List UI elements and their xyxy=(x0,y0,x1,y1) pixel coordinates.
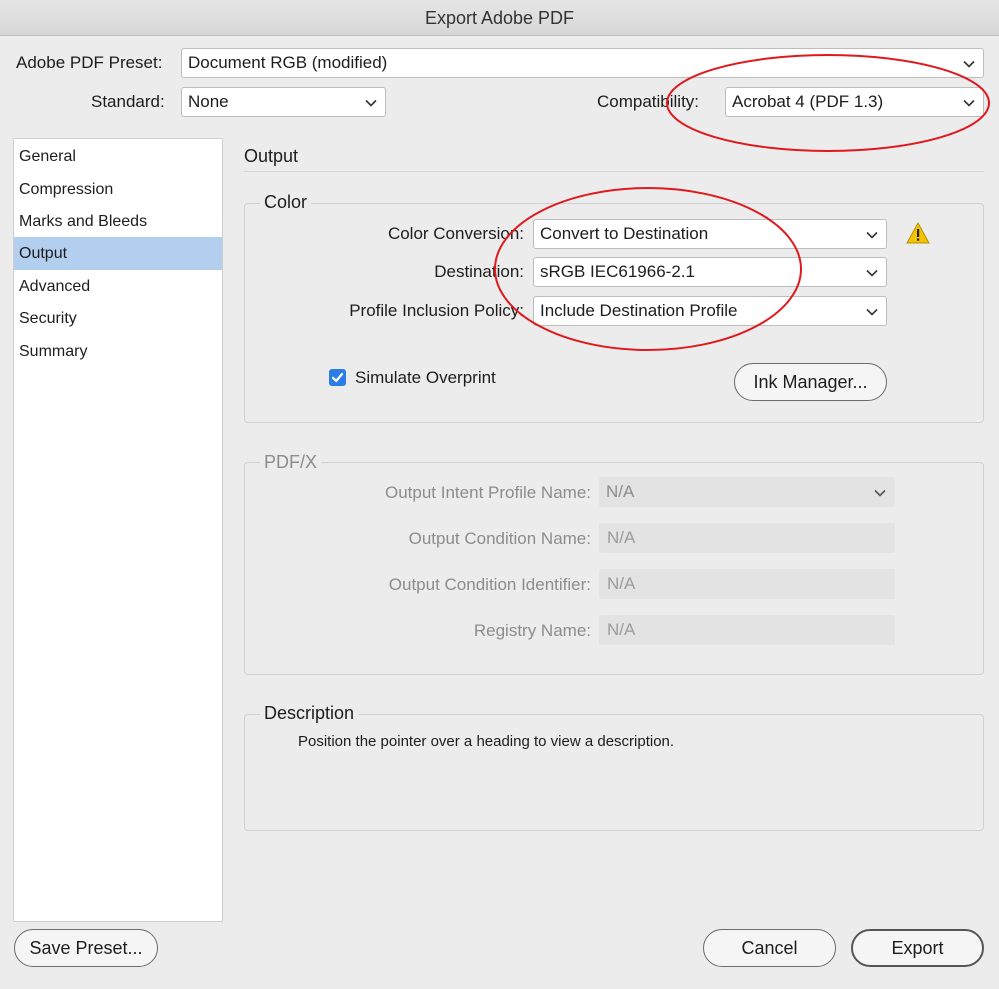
simulate-overprint-checkbox[interactable] xyxy=(329,369,346,386)
destination-value: sRGB IEC61966-2.1 xyxy=(540,262,695,281)
condition-name-label: Output Condition Name: xyxy=(409,529,591,549)
chevron-down-icon xyxy=(874,478,886,506)
chevron-down-icon xyxy=(365,88,377,116)
standard-select[interactable]: None xyxy=(181,87,386,117)
window-title: Export Adobe PDF xyxy=(0,0,999,36)
standard-value: None xyxy=(188,92,229,111)
simulate-overprint-label[interactable]: Simulate Overprint xyxy=(355,368,496,388)
color-conversion-label: Color Conversion: xyxy=(388,224,524,244)
sidebar-item-summary[interactable]: Summary xyxy=(14,335,222,368)
description-group xyxy=(244,714,984,831)
color-conversion-value: Convert to Destination xyxy=(540,224,708,243)
sidebar-item-output[interactable]: Output xyxy=(14,237,222,270)
panel-title: Output xyxy=(244,146,298,167)
preset-value: Document RGB (modified) xyxy=(188,53,387,72)
chevron-down-icon xyxy=(866,258,878,286)
compatibility-value: Acrobat 4 (PDF 1.3) xyxy=(732,92,883,111)
sidebar-item-advanced[interactable]: Advanced xyxy=(14,270,222,303)
sidebar-item-security[interactable]: Security xyxy=(14,302,222,335)
ink-manager-button[interactable]: Ink Manager... xyxy=(734,363,887,401)
profile-policy-select[interactable]: Include Destination Profile xyxy=(533,296,887,326)
registry-name-label: Registry Name: xyxy=(474,621,591,641)
chevron-down-icon xyxy=(866,220,878,248)
condition-name-field[interactable]: N/A xyxy=(599,523,895,553)
checkmark-icon xyxy=(329,369,346,386)
intent-profile-label: Output Intent Profile Name: xyxy=(385,483,591,503)
chevron-down-icon xyxy=(963,49,975,77)
color-group-title: Color xyxy=(260,192,311,213)
profile-policy-label: Profile Inclusion Policy: xyxy=(349,301,524,321)
sidebar-item-general[interactable]: General xyxy=(14,140,222,173)
condition-identifier-field[interactable]: N/A xyxy=(599,569,895,599)
preset-label: Adobe PDF Preset: xyxy=(16,53,162,73)
intent-profile-select[interactable]: N/A xyxy=(599,477,895,507)
panel-title-divider xyxy=(244,171,984,172)
color-conversion-select[interactable]: Convert to Destination xyxy=(533,219,887,249)
destination-select[interactable]: sRGB IEC61966-2.1 xyxy=(533,257,887,287)
condition-identifier-label: Output Condition Identifier: xyxy=(389,575,591,595)
chevron-down-icon xyxy=(866,297,878,325)
description-text: Position the pointer over a heading to v… xyxy=(298,733,674,750)
registry-name-field[interactable]: N/A xyxy=(599,615,895,645)
cancel-button[interactable]: Cancel xyxy=(703,929,836,967)
category-sidebar: General Compression Marks and Bleeds Out… xyxy=(13,138,223,922)
chevron-down-icon xyxy=(963,88,975,116)
sidebar-item-marks-and-bleeds[interactable]: Marks and Bleeds xyxy=(14,205,222,238)
standard-label: Standard: xyxy=(91,92,165,112)
pdfx-group-title: PDF/X xyxy=(260,452,321,473)
intent-profile-value: N/A xyxy=(606,482,634,501)
export-button[interactable]: Export xyxy=(851,929,984,967)
compatibility-label: Compatibility: xyxy=(597,92,699,112)
destination-label: Destination: xyxy=(434,262,524,282)
warning-icon xyxy=(906,222,930,249)
preset-select[interactable]: Document RGB (modified) xyxy=(181,48,984,78)
sidebar-item-compression[interactable]: Compression xyxy=(14,173,222,206)
description-group-title: Description xyxy=(260,703,358,724)
compatibility-select[interactable]: Acrobat 4 (PDF 1.3) xyxy=(725,87,984,117)
profile-policy-value: Include Destination Profile xyxy=(540,301,738,320)
save-preset-button[interactable]: Save Preset... xyxy=(14,929,158,967)
